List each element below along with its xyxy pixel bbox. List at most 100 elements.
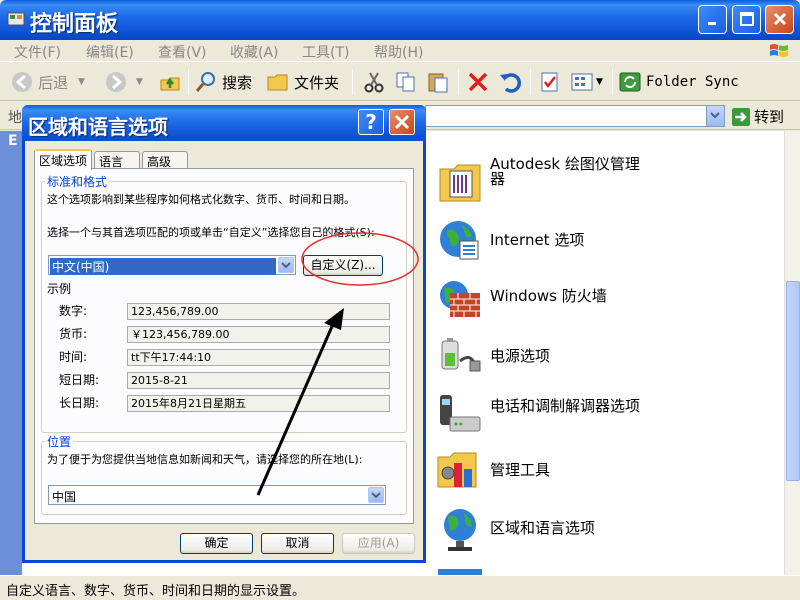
forward-button[interactable]: ▼: [104, 69, 143, 95]
chevron-down-icon: [281, 262, 291, 269]
forward-dropdown-icon[interactable]: ▼: [136, 77, 143, 87]
cancel-button[interactable]: 取消: [261, 533, 334, 554]
window-title-bar[interactable]: 控制面板: [0, 0, 800, 40]
ok-button[interactable]: 确定: [180, 533, 253, 554]
sample-time-value: tt下午17:44:10: [127, 349, 390, 366]
scrollbar-thumb[interactable]: [786, 281, 800, 481]
item-label: 电话和调制解调器选项: [490, 397, 641, 415]
help-button[interactable]: ?: [358, 109, 384, 135]
maximize-button[interactable]: [732, 5, 761, 34]
format-dropdown-button[interactable]: [278, 257, 294, 273]
address-label: 地: [8, 110, 22, 126]
item-label: Autodesk 绘图仪管理器: [490, 155, 640, 188]
go-button[interactable]: 转到: [732, 106, 784, 127]
close-button[interactable]: [765, 5, 794, 34]
paste-button[interactable]: [426, 69, 450, 95]
customize-button[interactable]: 自定义(Z)...: [303, 255, 383, 276]
views-button[interactable]: ▼: [570, 69, 603, 95]
status-text: 自定义语言、数字、货币、时间和日期的显示设置。: [6, 584, 306, 599]
folders-label: 文件夹: [294, 73, 340, 92]
folders-button[interactable]: 文件夹: [266, 69, 339, 95]
item-regional-language[interactable]: 区域和语言选项: [436, 505, 640, 553]
up-folder-button[interactable]: [158, 69, 182, 95]
menu-view[interactable]: 查看(V): [158, 42, 207, 62]
delete-button[interactable]: [466, 69, 490, 95]
item-phone-modem[interactable]: 电话和调制解调器选项: [436, 389, 640, 437]
windows-logo-icon: [770, 44, 788, 57]
folder-sync-icon: [619, 72, 641, 92]
menu-bar: 文件(F) 编辑(E) 查看(V) 收藏(A) 工具(T) 帮助(H): [0, 40, 800, 62]
item-partially-visible[interactable]: [436, 563, 484, 575]
address-dropdown-button[interactable]: [706, 106, 724, 126]
plotter-manager-icon: [439, 164, 481, 202]
power-options-icon: [441, 338, 481, 372]
properties-button[interactable]: [538, 69, 562, 95]
views-dropdown-icon[interactable]: ▼: [596, 77, 603, 87]
sample-currency-value: ￥123,456,789.00: [127, 326, 390, 343]
menu-edit[interactable]: 编辑(E): [86, 42, 134, 62]
item-windows-firewall[interactable]: Windows 防火墙: [436, 275, 640, 323]
folder-sync-button[interactable]: Folder Sync: [618, 69, 739, 95]
item-autodesk-plotter[interactable]: Autodesk 绘图仪管理器: [436, 157, 640, 205]
dialog-close-button[interactable]: [389, 109, 415, 135]
dialog-title-bar[interactable]: 区域和语言选项 ?: [22, 105, 426, 141]
control-panel-icon: [7, 12, 25, 26]
back-dropdown-icon[interactable]: ▼: [78, 77, 85, 87]
samples-label: 示例: [47, 282, 72, 296]
regional-language-dialog: 区域和语言选项 ? 区域选项 语言 高级 标准和格式 这个选项影响到某些程序如何…: [22, 105, 426, 563]
window-title: 控制面板: [30, 12, 119, 37]
undo-button[interactable]: [498, 69, 522, 95]
apply-button[interactable]: 应用(A): [342, 533, 415, 554]
copy-button[interactable]: [394, 69, 418, 95]
item-power-options[interactable]: 电源选项: [436, 333, 640, 381]
phone-modem-icon: [440, 395, 481, 432]
regional-options-panel: 标准和格式 这个选项影响到某些程序如何格式化数字、货币、时间和日期。 选择一个与…: [34, 168, 414, 524]
cut-button[interactable]: [362, 69, 386, 95]
location-dropdown-button[interactable]: [368, 487, 384, 503]
format-select-prompt: 选择一个与其首选项匹配的项或单击“自定义”选择您自己的格式(S):: [47, 226, 375, 239]
chevron-down-icon: [710, 112, 720, 119]
toolbar: 后退 ▼ ▼ 搜索 文件夹 ▼ Folder Sync: [0, 63, 800, 101]
back-label: 后退: [38, 73, 69, 92]
item-label: Windows 防火墙: [490, 287, 607, 305]
address-input[interactable]: [425, 105, 725, 127]
up-folder-icon: [160, 77, 180, 91]
folder-icon: [267, 74, 288, 91]
menu-tools[interactable]: 工具(T): [302, 42, 349, 62]
standards-description: 这个选项影响到某些程序如何格式化数字、货币、时间和日期。: [47, 193, 355, 206]
vertical-scrollbar[interactable]: [784, 131, 800, 575]
sample-number-value: 123,456,789.00: [127, 303, 390, 320]
format-select[interactable]: 中文(中国): [48, 255, 296, 275]
item-label: 管理工具: [490, 461, 551, 479]
status-bar: 自定义语言、数字、货币、时间和日期的显示设置。: [0, 575, 800, 600]
minimize-button[interactable]: [698, 5, 727, 34]
format-select-value: 中文(中国): [50, 258, 276, 275]
back-button[interactable]: 后退 ▼: [10, 69, 85, 95]
regional-language-icon: [444, 509, 476, 551]
menu-file[interactable]: 文件(F): [14, 42, 61, 62]
menu-help[interactable]: 帮助(H): [374, 42, 423, 62]
tab-regional-options[interactable]: 区域选项: [34, 149, 92, 170]
location-description: 为了便于为您提供当地信息如新闻和天气，请选择您的所在地(L):: [47, 453, 363, 466]
item-label: 区域和语言选项: [490, 519, 596, 537]
task-pane-label: E: [8, 133, 18, 149]
menu-favorites[interactable]: 收藏(A): [230, 42, 279, 62]
item-admin-tools[interactable]: 管理工具: [436, 447, 640, 495]
sample-time-label: 时间:: [59, 350, 88, 364]
search-button[interactable]: 搜索: [194, 69, 252, 95]
search-icon: [195, 72, 215, 92]
delete-x-icon: [468, 72, 488, 92]
go-label: 转到: [754, 108, 785, 126]
sample-currency-label: 货币:: [59, 327, 88, 341]
chevron-down-icon: [371, 492, 381, 499]
standards-group-label: 标准和格式: [45, 173, 110, 190]
firewall-icon: [440, 281, 480, 317]
dialog-title: 区域和语言选项: [28, 115, 168, 139]
copy-icon: [396, 72, 415, 92]
admin-tools-icon: [437, 452, 477, 488]
tab-advanced[interactable]: 高级: [142, 151, 188, 169]
tab-languages[interactable]: 语言: [94, 151, 140, 169]
item-internet-options[interactable]: Internet 选项: [436, 217, 640, 265]
close-icon: [394, 114, 410, 130]
location-select[interactable]: 中国: [48, 485, 386, 505]
